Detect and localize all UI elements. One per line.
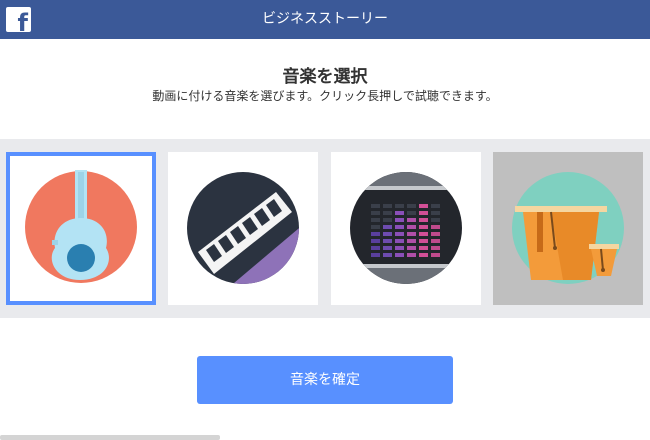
music-option-keyboard[interactable] <box>168 152 318 305</box>
equalizer-icon <box>350 172 462 284</box>
page-subtitle: 動画に付ける音楽を選びます。クリック長押しで試聴できます。 <box>152 89 498 103</box>
music-option-drums[interactable] <box>493 152 643 305</box>
drums-icon <box>512 172 624 284</box>
music-option-guitar[interactable] <box>6 152 156 305</box>
page-title: 音楽を選択 <box>282 67 368 87</box>
confirm-music-button[interactable]: 音楽を確定 <box>197 356 453 404</box>
header-title: ビジネスストーリー <box>262 11 388 27</box>
horizontal-scrollbar[interactable] <box>0 435 220 440</box>
music-options <box>0 139 650 318</box>
keyboard-icon <box>187 172 299 284</box>
guitar-icon <box>25 170 137 283</box>
music-option-equalizer[interactable] <box>331 152 481 305</box>
top-bar: f ビジネスストーリー <box>0 0 650 39</box>
